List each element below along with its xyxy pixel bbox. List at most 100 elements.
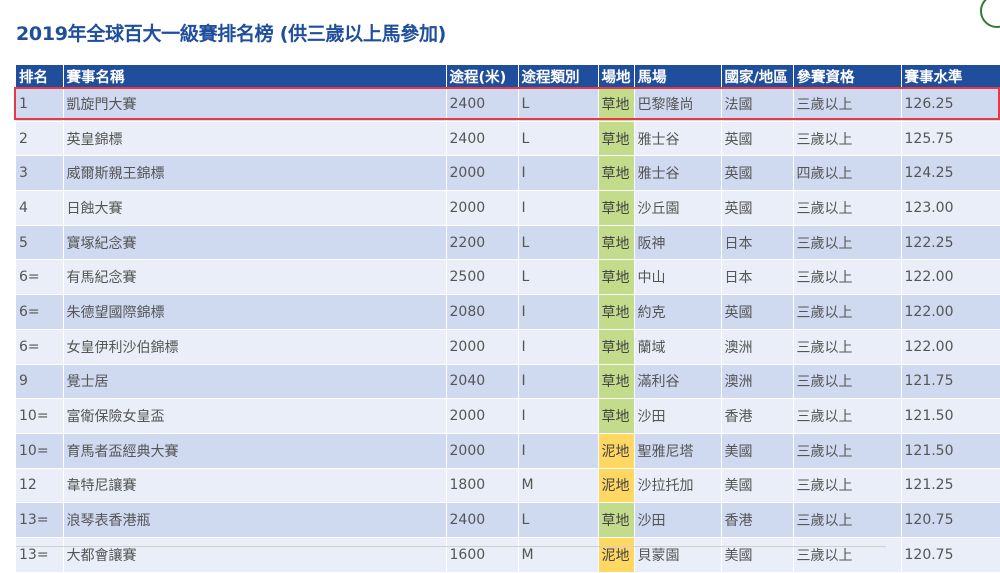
cell-rank: 4 [16,190,64,226]
header-racecourse[interactable]: 馬場 [634,65,722,87]
table-row[interactable]: 10= 富衛保險女皇盃 2000 I 草地 沙田 香港 三歲以上 121.50 [16,398,1000,434]
table-row[interactable]: 6= 有馬紀念賽 2500 L 草地 中山 日本 三歲以上 122.00 [16,259,1000,296]
cell-rating: 123.00 [901,190,1000,226]
cell-country: 澳洲 [721,364,794,400]
cell-eligibility: 三歲以上 [793,364,902,400]
cell-rank: 5 [16,225,64,261]
cell-distance-category: L [518,502,599,538]
cell-surface: 草地 [598,190,635,226]
cell-racecourse: 滿利谷 [634,364,722,400]
cell-rank: 13= [16,537,64,573]
cell-eligibility: 三歲以上 [793,294,902,330]
header-surface[interactable]: 場地 [598,65,635,87]
cell-race-name: 大都會讓賽 [63,537,447,573]
cell-rank: 2 [16,121,64,157]
cell-eligibility: 三歲以上 [793,225,902,261]
cell-race-name: 朱德望國際錦標 [63,294,447,330]
cell-distance: 2000 [446,329,519,365]
cell-surface: 草地 [598,155,635,192]
cell-country: 英國 [721,121,794,157]
cell-distance: 2000 [446,398,519,434]
cell-surface: 草地 [598,87,635,122]
cell-racecourse: 中山 [634,259,722,296]
cell-rank: 3 [16,155,64,192]
cell-distance: 2400 [446,121,519,157]
cell-race-name: 英皇錦標 [63,121,447,157]
header-eligibility[interactable]: 參賽資格 [793,65,902,87]
cell-racecourse: 聖雅尼塔 [634,433,722,469]
cell-distance: 2500 [446,259,519,296]
cell-surface: 泥地 [598,468,635,504]
table-body: 1 凱旋門大賽 2400 L 草地 巴黎隆尚 法國 三歲以上 126.25 2 英皇錦標 2400 L 草… [16,87,1000,573]
cell-eligibility: 四歲以上 [793,155,902,192]
cell-rank: 12 [16,468,64,504]
cell-racecourse: 蘭域 [634,329,722,365]
table-row[interactable]: 9 覺士居 2040 I 草地 滿利谷 澳洲 三歲以上 121.75 [16,364,1000,400]
cell-race-name: 浪琴表香港瓶 [63,502,447,538]
header-country[interactable]: 國家/地區 [721,65,794,87]
cell-distance: 2400 [446,502,519,538]
cell-distance-category: I [518,329,599,365]
cell-racecourse: 沙丘園 [634,190,722,226]
cell-eligibility: 三歲以上 [793,468,902,504]
cell-rating: 120.75 [901,537,1000,573]
cell-surface: 草地 [598,259,635,296]
cell-country: 英國 [721,294,794,330]
page-title: 2019年全球百大一級賽排名榜 (供三歲以上馬參加) [16,23,447,45]
cell-racecourse: 沙拉托加 [634,468,722,504]
header-rank[interactable]: 排名 [16,65,64,87]
header-distance[interactable]: 途程(米) [446,65,519,87]
cell-rating: 122.00 [901,294,1000,330]
cell-distance-category: M [518,537,599,573]
table-row[interactable]: 4 日蝕大賽 2000 I 草地 沙丘園 英國 三歲以上 123.00 [16,190,1000,226]
cell-rating: 121.50 [901,398,1000,434]
cell-surface: 草地 [598,121,635,157]
cell-surface: 草地 [598,364,635,400]
table-row[interactable]: 3 威爾斯親王錦標 2000 I 草地 雅士谷 英國 四歲以上 124.25 [16,155,1000,192]
table-row[interactable]: 10= 育馬者盃經典大賽 2000 I 泥地 聖雅尼塔 美國 三歲以上 121.50 [16,433,1000,469]
cell-distance-category: I [518,155,599,192]
cell-eligibility: 三歲以上 [793,329,902,365]
cell-distance-category: L [518,121,599,157]
cell-racecourse: 阪神 [634,225,722,261]
cell-rating: 121.75 [901,364,1000,400]
cell-rank: 10= [16,398,64,434]
cell-distance-category: L [518,225,599,261]
header-race-name[interactable]: 賽事名稱 [63,65,447,87]
cell-rating: 124.25 [901,155,1000,192]
cell-distance: 1600 [446,537,519,573]
cell-race-name: 日蝕大賽 [63,190,447,226]
cell-racecourse: 約克 [634,294,722,330]
cell-distance-category: I [518,190,599,226]
table-row[interactable]: 5 寶塚紀念賽 2200 L 草地 阪神 日本 三歲以上 122.25 [16,225,1000,261]
cell-distance: 2200 [446,225,519,261]
ranking-table: 排名 賽事名稱 途程(米) 途程類別 場地 馬場 國家/地區 參賽資格 賽事水準… [16,65,1000,573]
cell-distance: 2000 [446,190,519,226]
header-distance-category[interactable]: 途程類別 [518,65,599,87]
cell-race-name: 寶塚紀念賽 [63,225,447,261]
header-rating[interactable]: 賽事水準 [901,65,1000,87]
corner-widget-icon[interactable] [980,0,1000,28]
cell-rank: 13= [16,502,64,538]
cell-country: 美國 [721,468,794,504]
cell-distance-category: I [518,433,599,469]
cell-rank: 6= [16,259,64,296]
cell-distance-category: I [518,294,599,330]
cell-race-name: 威爾斯親王錦標 [63,155,447,192]
table-row[interactable]: 13= 浪琴表香港瓶 2400 L 草地 沙田 香港 三歲以上 120.75 [16,502,1000,538]
cell-country: 美國 [721,433,794,469]
cell-distance-category: I [518,398,599,434]
cell-country: 日本 [721,225,794,261]
cell-surface: 草地 [598,225,635,261]
cell-country: 法國 [721,87,794,122]
table-row[interactable]: 6= 朱德望國際錦標 2080 I 草地 約克 英國 三歲以上 122.00 [16,294,1000,330]
cell-rank: 6= [16,294,64,330]
cell-racecourse: 沙田 [634,398,722,434]
table-row[interactable]: 2 英皇錦標 2400 L 草地 雅士谷 英國 三歲以上 125.75 [16,121,1000,157]
table-row[interactable]: 13= 大都會讓賽 1600 M 泥地 貝蒙園 美國 三歲以上 120.75 [16,537,1000,573]
table-row[interactable]: 1 凱旋門大賽 2400 L 草地 巴黎隆尚 法國 三歲以上 126.25 [16,87,1000,122]
table-row[interactable]: 12 韋特尼讓賽 1800 M 泥地 沙拉托加 美國 三歲以上 121.25 [16,468,1000,504]
table-row[interactable]: 6= 女皇伊利沙伯錦標 2000 I 草地 蘭域 澳洲 三歲以上 122.00 [16,329,1000,365]
bottom-divider [16,546,886,547]
cell-distance: 1800 [446,468,519,504]
